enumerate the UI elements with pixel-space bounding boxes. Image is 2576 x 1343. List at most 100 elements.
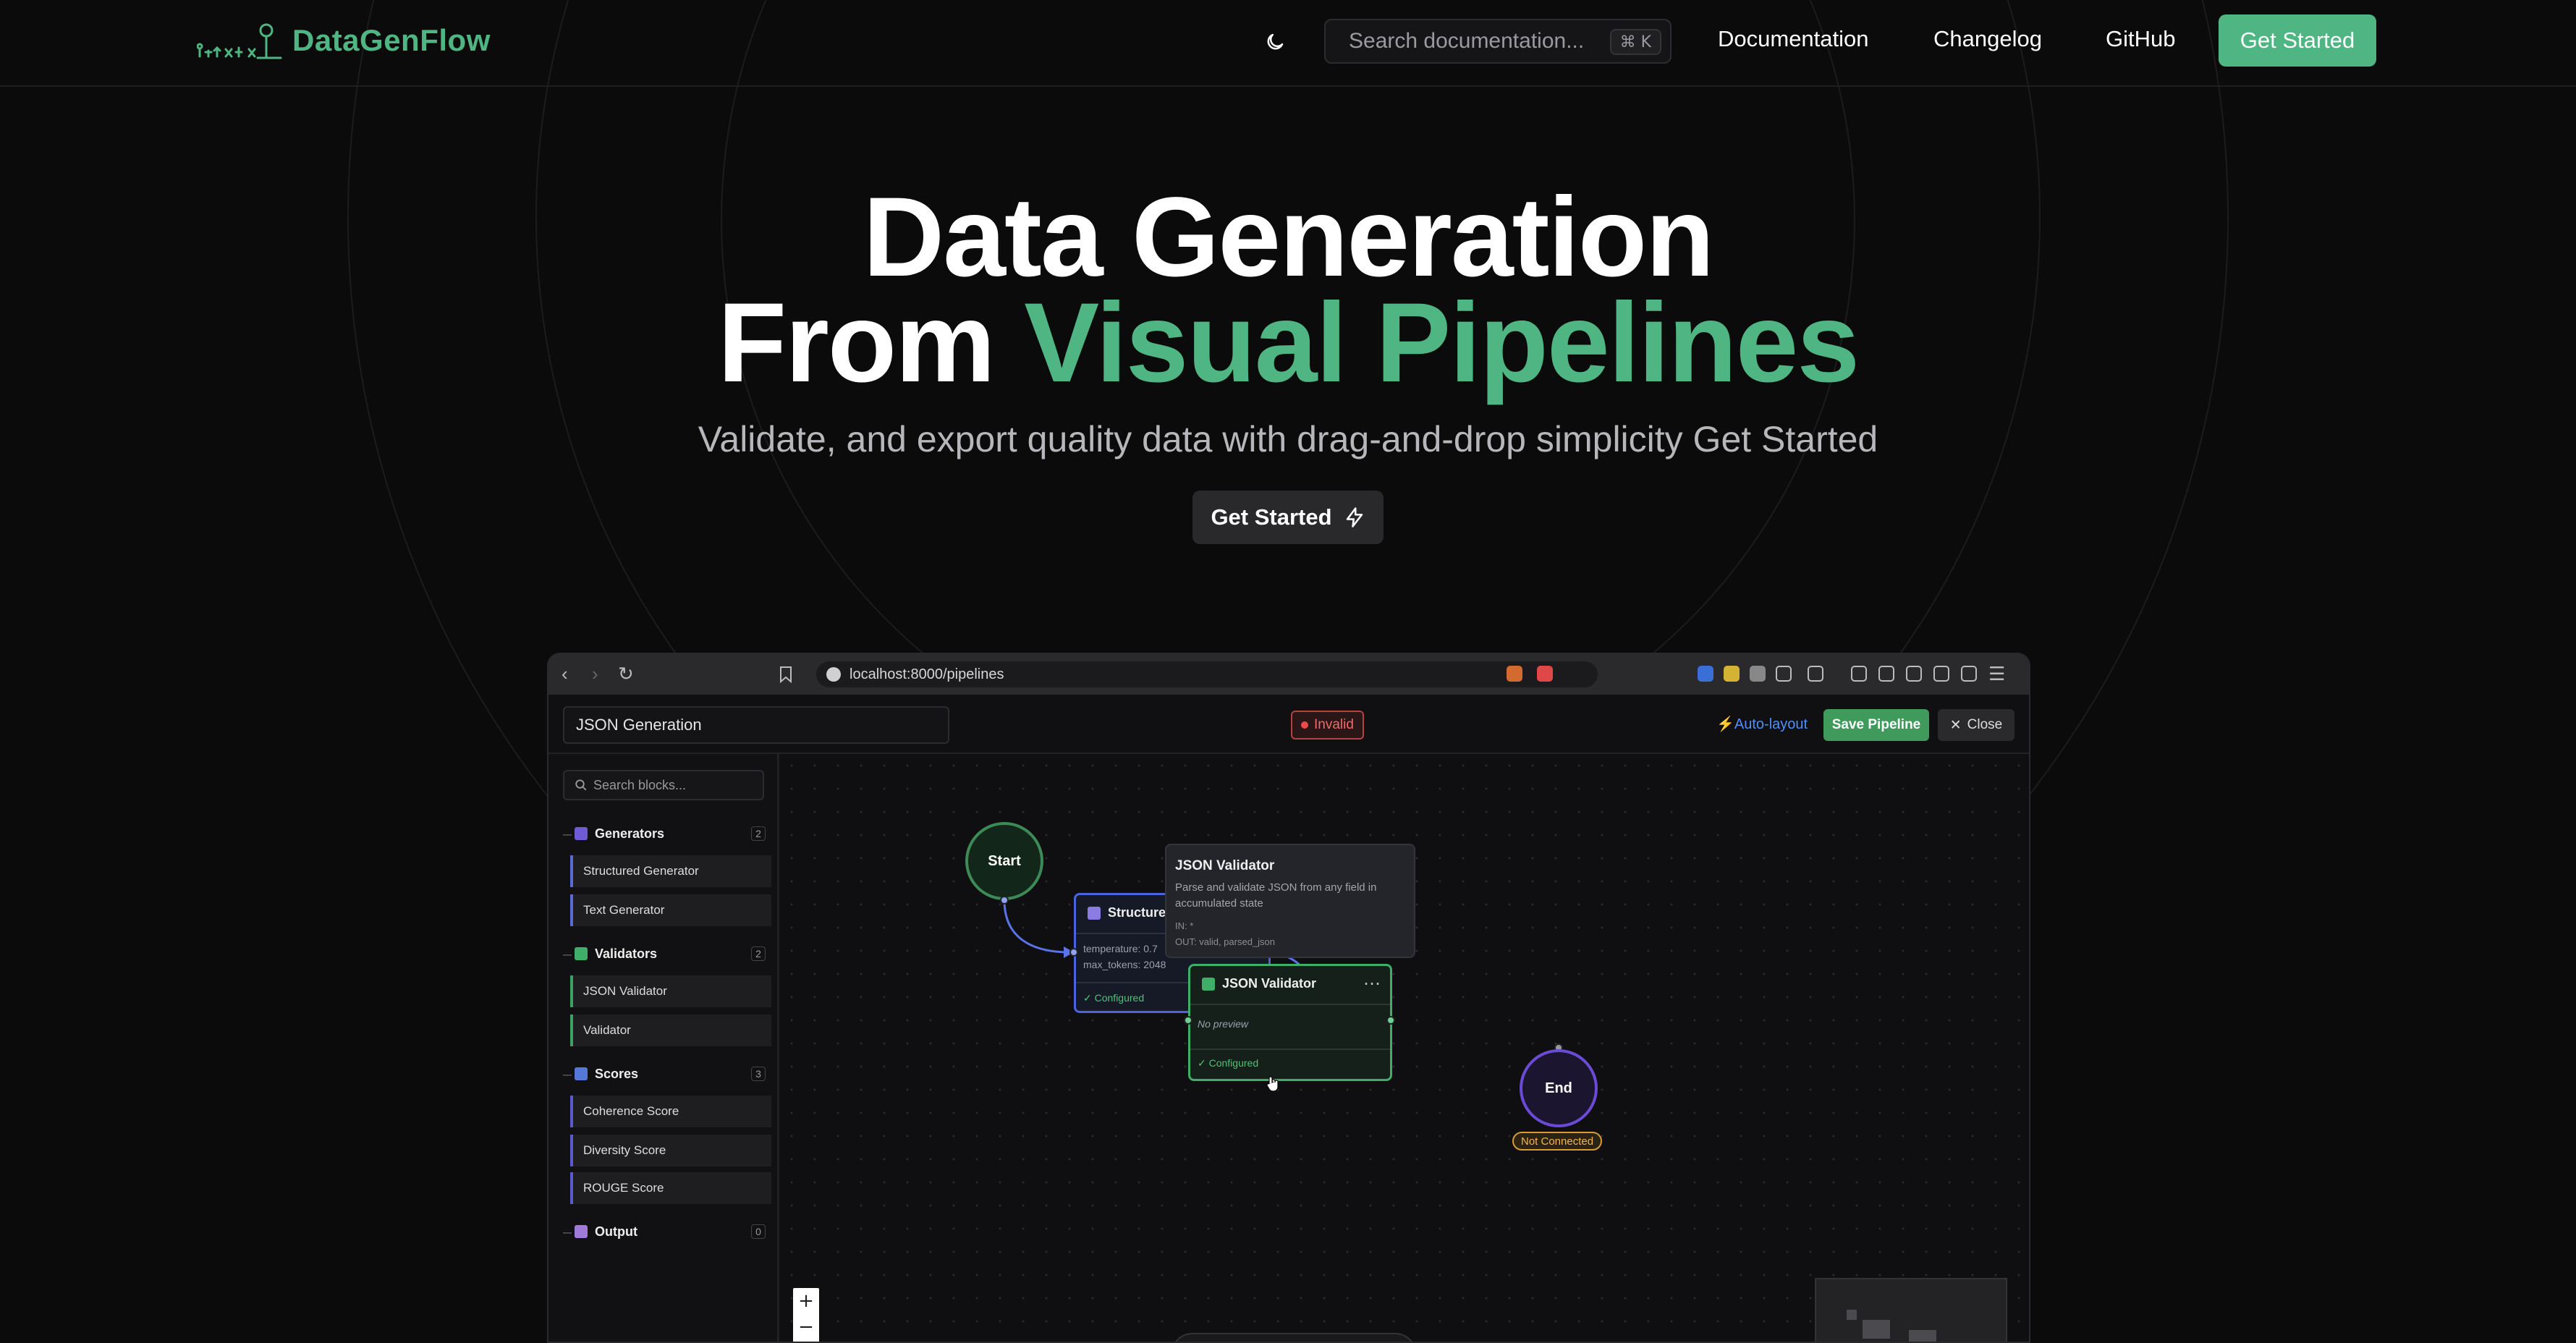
divider bbox=[1190, 1048, 1390, 1050]
block-validator[interactable]: Validator bbox=[570, 1014, 771, 1046]
output-icon bbox=[575, 1225, 588, 1238]
hero-button-label: Get Started bbox=[1211, 504, 1332, 530]
collapse-chevron-icon: — bbox=[563, 829, 572, 839]
validator-input-handle[interactable] bbox=[1184, 1016, 1192, 1025]
block-tooltip: JSON Validator Parse and validate JSON f… bbox=[1165, 844, 1415, 958]
moon-icon bbox=[1267, 33, 1284, 50]
address-url: localhost:8000/pipelines bbox=[850, 666, 1004, 682]
more-options-icon[interactable]: ⋯ bbox=[1363, 973, 1381, 994]
cursor-icon bbox=[1266, 1076, 1279, 1092]
zoom-in-button[interactable]: + bbox=[793, 1288, 819, 1314]
brand-name: DataGenFlow bbox=[292, 23, 491, 57]
divider bbox=[1190, 1004, 1390, 1005]
music-icon[interactable] bbox=[1851, 666, 1867, 682]
zoom-controls: + − bbox=[793, 1288, 819, 1342]
json-validator-node[interactable]: JSON Validator ⋯ No preview ✓ Configured bbox=[1188, 964, 1392, 1081]
validation-status-badge: Invalid bbox=[1291, 711, 1364, 740]
screenshot-icon[interactable] bbox=[1808, 666, 1823, 682]
end-node[interactable]: End bbox=[1520, 1049, 1598, 1127]
brave-shield-icon[interactable] bbox=[1507, 666, 1522, 682]
node-title-label: JSON Validator bbox=[1222, 976, 1317, 991]
blocks-sidebar: Search blocks... — Generators 2 Structur… bbox=[548, 754, 779, 1342]
vpn-icon[interactable] bbox=[1961, 666, 1977, 682]
close-icon: ✕ bbox=[1949, 717, 1962, 733]
nav-link-changelog[interactable]: Changelog bbox=[1933, 26, 2042, 52]
canvas-bottom-toolbar[interactable] bbox=[1171, 1333, 1417, 1342]
lightning-icon bbox=[1346, 507, 1363, 528]
start-output-handle[interactable] bbox=[1000, 896, 1009, 904]
block-rouge-score[interactable]: ROUGE Score bbox=[570, 1172, 771, 1204]
close-button[interactable]: ✕ Close bbox=[1938, 709, 2014, 741]
site-header: DataGenFlow Search documentation... ⌘ K … bbox=[0, 0, 2576, 87]
generator-icon bbox=[1088, 906, 1101, 920]
block-structured-generator[interactable]: Structured Generator bbox=[570, 855, 771, 887]
address-bar[interactable]: localhost:8000/pipelines bbox=[816, 661, 1598, 687]
docs-search-input[interactable]: Search documentation... ⌘ K bbox=[1324, 19, 1672, 64]
not-connected-badge: Not Connected bbox=[1512, 1132, 1603, 1151]
category-label: Validators bbox=[595, 946, 658, 961]
save-pipeline-button[interactable]: Save Pipeline bbox=[1823, 709, 1929, 741]
node-param: temperature: 0.7 bbox=[1083, 943, 1158, 954]
node-status: ✓ Configured bbox=[1083, 992, 1145, 1004]
edges-layer bbox=[1003, 899, 1368, 1026]
category-scores[interactable]: — Scores 3 bbox=[563, 1061, 773, 1087]
category-generators[interactable]: — Generators 2 bbox=[563, 821, 773, 847]
sidebar-icon[interactable] bbox=[1878, 666, 1894, 682]
back-icon[interactable]: ‹ bbox=[562, 663, 568, 685]
nav-link-documentation[interactable]: Documentation bbox=[1718, 26, 1869, 52]
pipeline-toolbar: JSON Generation Invalid ⚡Auto-layout Sav… bbox=[548, 695, 2029, 754]
pipeline-canvas[interactable]: Start Structured Generator ⋯ temperature… bbox=[780, 754, 2029, 1342]
get-started-button[interactable]: Get Started bbox=[2219, 14, 2376, 67]
block-coherence-score[interactable]: Coherence Score bbox=[570, 1096, 771, 1127]
minimap-node bbox=[1847, 1310, 1857, 1320]
bookmark-icon bbox=[780, 666, 792, 683]
block-search-placeholder: Search blocks... bbox=[593, 777, 687, 792]
generator-input-handle[interactable] bbox=[1069, 948, 1078, 957]
generator-icon bbox=[575, 827, 588, 840]
category-validators[interactable]: — Validators 2 bbox=[563, 941, 773, 967]
puzzle-icon[interactable] bbox=[1776, 666, 1792, 682]
extension-icon[interactable] bbox=[1750, 666, 1766, 682]
hero-title-accent: Visual Pipelines bbox=[1024, 280, 1860, 406]
error-dot-icon bbox=[1301, 721, 1308, 729]
tooltip-outputs: OUT: valid, parsed_json bbox=[1175, 936, 1276, 947]
node-title: JSON Validator bbox=[1202, 976, 1316, 991]
collapse-chevron-icon: — bbox=[563, 949, 572, 959]
theme-toggle-button[interactable] bbox=[1259, 26, 1291, 58]
search-shortcut-badge: ⌘ K bbox=[1609, 29, 1661, 55]
edge-start-to-generator bbox=[1003, 899, 1070, 954]
start-node[interactable]: Start bbox=[965, 822, 1043, 900]
canvas-minimap[interactable] bbox=[1815, 1278, 2007, 1342]
menu-icon[interactable]: ☰ bbox=[1988, 663, 2005, 685]
site-info-icon[interactable] bbox=[826, 667, 841, 682]
search-placeholder: Search documentation... bbox=[1349, 29, 1585, 53]
forward-icon[interactable]: › bbox=[592, 663, 598, 685]
extension-icon[interactable] bbox=[1698, 666, 1713, 682]
extension-icon[interactable] bbox=[1724, 666, 1740, 682]
block-text-generator[interactable]: Text Generator bbox=[570, 894, 771, 926]
block-diversity-score[interactable]: Diversity Score bbox=[570, 1135, 771, 1166]
brand-logo[interactable]: DataGenFlow bbox=[197, 20, 491, 61]
minimap-node bbox=[1863, 1320, 1890, 1339]
collapse-chevron-icon: — bbox=[563, 1069, 572, 1080]
leo-icon[interactable] bbox=[1933, 666, 1949, 682]
pipeline-name-input[interactable]: JSON Generation bbox=[563, 706, 949, 744]
hero-subtitle: Validate, and export quality data with d… bbox=[698, 419, 1878, 459]
category-count: 2 bbox=[751, 946, 766, 961]
block-json-validator[interactable]: JSON Validator bbox=[570, 975, 771, 1007]
app-screenshot-browser: ‹ › ↻ localhost:8000/pipelines ☰ JSON Ge… bbox=[547, 653, 2030, 1343]
zoom-out-button[interactable]: − bbox=[793, 1314, 819, 1340]
wallet-icon[interactable] bbox=[1906, 666, 1922, 682]
block-search-input[interactable]: Search blocks... bbox=[563, 770, 764, 800]
rewards-icon[interactable] bbox=[1537, 666, 1553, 682]
category-output[interactable]: — Output 0 bbox=[563, 1219, 773, 1245]
reload-icon[interactable]: ↻ bbox=[618, 663, 634, 685]
browser-chrome: ‹ › ↻ localhost:8000/pipelines ☰ bbox=[548, 654, 2029, 695]
checkbox-icon bbox=[575, 947, 588, 960]
nav-link-github[interactable]: GitHub bbox=[2106, 26, 2175, 52]
hero-get-started-button[interactable]: Get Started bbox=[1192, 491, 1384, 544]
validator-output-handle[interactable] bbox=[1386, 1016, 1395, 1025]
auto-layout-button[interactable]: ⚡Auto-layout bbox=[1716, 715, 1808, 733]
search-icon bbox=[575, 779, 587, 791]
hero-title-line2: From Visual Pipelines bbox=[0, 285, 2576, 401]
